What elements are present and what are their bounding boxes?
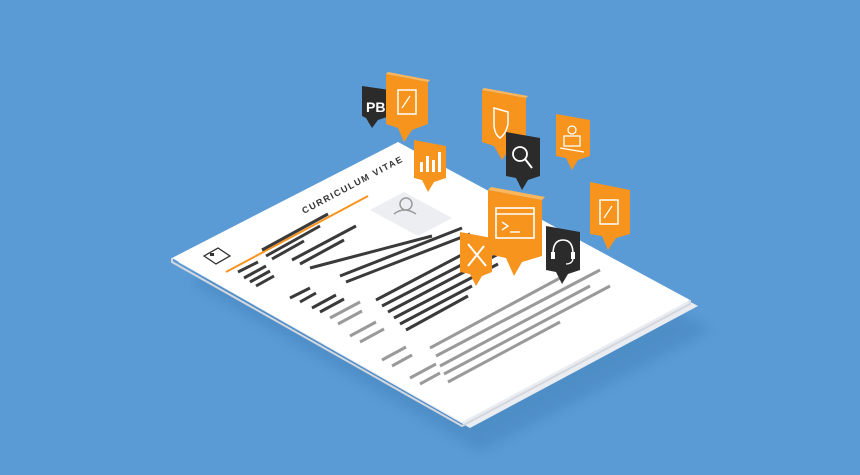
illustration-scene: CURRICULUM VITAE PB (0, 0, 860, 475)
tablet-icon-2 (590, 182, 630, 250)
person-desk-icon (556, 114, 590, 170)
pb-logo-text: PB (366, 99, 385, 115)
illustration: CURRICULUM VITAE PB (171, 72, 712, 452)
tablet-icon (386, 72, 430, 142)
search-icon (506, 132, 540, 190)
pb-logo-icon: PB (362, 86, 390, 128)
